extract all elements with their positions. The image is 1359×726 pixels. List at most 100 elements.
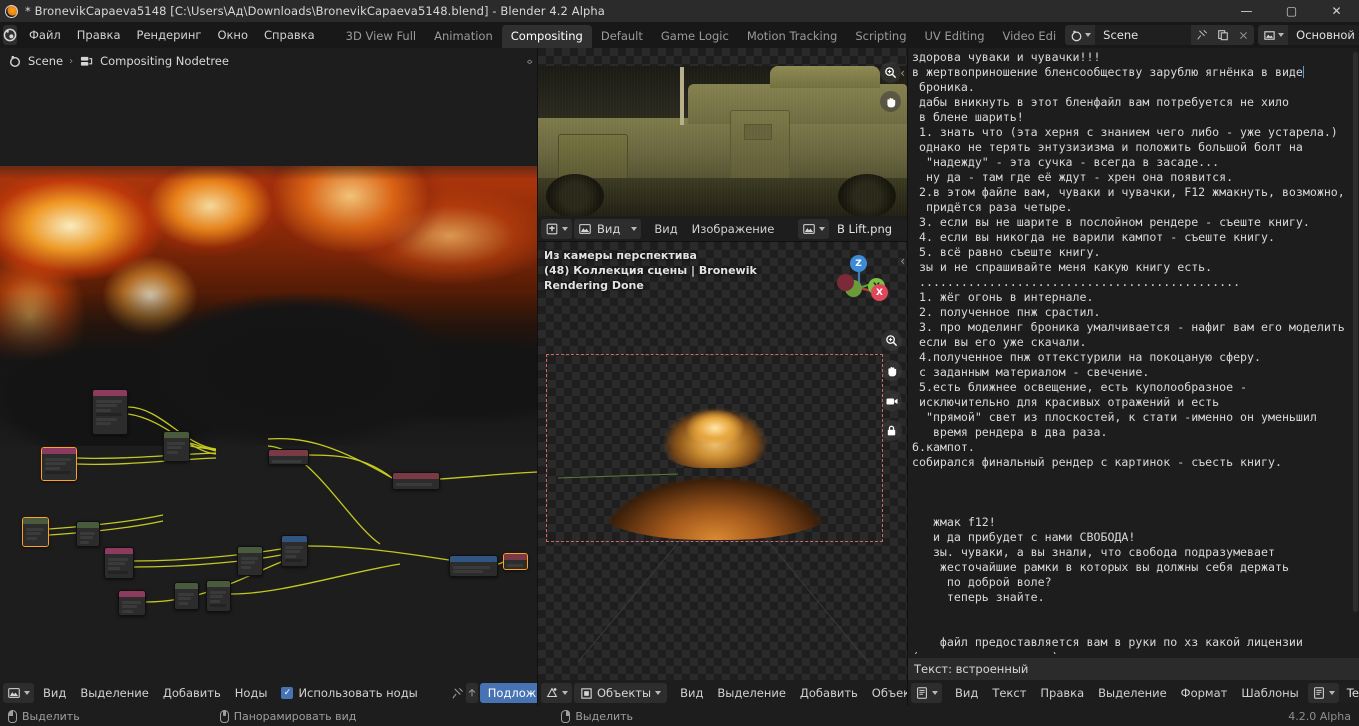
node-body [207,587,230,611]
image-datablock-selector[interactable]: B Lift.png [798,219,907,239]
text-menu-формат[interactable]: Формат [1174,683,1235,703]
viewport-menu-выделение[interactable]: Выделение [710,683,793,703]
workspace-tab-default[interactable]: Default [592,25,652,48]
text-menu-шаблоны[interactable]: Шаблоны [1234,683,1305,703]
scene-pin-icon[interactable] [1191,25,1213,45]
node-socket-row [26,527,44,531]
compositor-node[interactable] [392,472,440,490]
compositor-node[interactable] [268,449,309,465]
compositor-node[interactable] [503,553,528,570]
scene-icon[interactable] [1065,25,1096,45]
text-datablock-icon[interactable] [1307,683,1339,703]
viewport-menu-добавить[interactable]: Добавить [793,683,865,703]
scene-selector[interactable]: Scene [1065,25,1255,45]
workspace-tab-motion-tracking[interactable]: Motion Tracking [738,25,847,48]
node-editor-type-icon[interactable] [3,683,34,703]
text-scrollbar[interactable] [1353,52,1358,612]
compositor-node[interactable] [22,517,49,547]
divider-middle[interactable] [538,241,907,242]
compositor-node[interactable] [163,431,190,462]
workspace-tab-game-logic[interactable]: Game Logic [652,25,738,48]
compositor-node[interactable] [449,555,498,577]
node-menu-ноды[interactable]: Ноды [228,683,275,703]
viewport-3d[interactable]: Из камеры перспектива (48) Коллекция сце… [538,242,907,706]
viewport-collection-object: (48) Коллекция сцены | Bronewik [544,264,757,277]
node-menu-добавить[interactable]: Добавить [156,683,228,703]
workspace-tab-uv-editing[interactable]: UV Editing [916,25,994,48]
interaction-mode-label: Объекты [597,686,652,700]
view-layer-name[interactable]: Основной [1288,25,1359,45]
node-arrow-up-icon[interactable] [465,683,478,703]
workspace-tab-scripting[interactable]: Scripting [846,25,915,48]
breadcrumb-nodetree[interactable]: Compositing Nodetree [100,54,229,68]
compositor-node[interactable] [76,521,100,547]
workspace-tab-animation[interactable]: Animation [425,25,502,48]
text-datablock-selector[interactable]: Text [1307,683,1359,703]
interaction-mode-selector[interactable]: Объекты [574,683,668,703]
text-menu-текст[interactable]: Текст [985,683,1033,703]
render-region-border [546,354,883,542]
node-menu-выделение[interactable]: Выделение [73,683,156,703]
node-socket-row [453,570,484,573]
title-bar: * BronevikCapaeva5148 [C:\Users\Ад\Downl… [0,0,1359,22]
menu-справка[interactable]: Справка [256,25,323,45]
compositor-node[interactable] [104,547,134,579]
node-menu-вид[interactable]: Вид [36,683,73,703]
image-editor-type-icon[interactable] [541,219,572,239]
breadcrumb-nav-arrows[interactable]: ‹› [526,55,533,68]
view-layer-selector[interactable]: Основной [1258,25,1359,45]
close-button[interactable]: ✕ [1314,0,1359,22]
maximize-button[interactable]: ▢ [1269,0,1314,22]
text-line: здорова чуваки и чувачки!!! [912,50,1101,64]
minimize-button[interactable]: — [1224,0,1269,22]
use-nodes-checkbox[interactable]: ✓ Использовать ноды [276,686,422,700]
node-body [175,589,198,609]
compositor-node[interactable] [174,582,199,610]
topbar-editor-type-icon[interactable] [3,25,17,45]
image-name[interactable]: B Lift.png [829,219,907,239]
text-menu-выделение[interactable]: Выделение [1091,683,1174,703]
scene-unlink-icon[interactable] [1233,25,1255,45]
breadcrumb-scene[interactable]: Scene [28,54,63,68]
menu-окно[interactable]: Окно [209,25,256,45]
text-editor-type-icon[interactable] [911,683,942,703]
node-canvas[interactable] [0,74,537,680]
image-datablock-icon[interactable] [798,219,829,239]
compositor-node[interactable] [92,389,128,435]
viewport-menu-вид[interactable]: Вид [673,683,710,703]
backdrop-button[interactable]: Подлож [479,683,537,703]
mouse-left-icon [8,709,17,723]
text-menu-правка[interactable]: Правка [1033,683,1091,703]
workspace-tab-video-edi[interactable]: Video Edi [994,25,1066,48]
workspace-tab-3d-view-full[interactable]: 3D View Full [337,25,425,48]
image-view-mode-selector[interactable]: Вид [574,219,642,239]
zoom-in-icon[interactable] [880,62,901,83]
image-menu-изображение[interactable]: Изображение [685,219,782,239]
menu-правка[interactable]: Правка [69,25,129,45]
viewport-menu-объект[interactable]: Объект [865,683,907,703]
text-menu-вид[interactable]: Вид [948,683,985,703]
hand-icon[interactable] [880,91,901,112]
image-menu-вид[interactable]: Вид [647,219,684,239]
image-collapse-icon[interactable]: ‹ [900,66,905,80]
divider-left[interactable] [537,48,538,706]
text-content[interactable]: здорова чуваки и чувачки!!! в жертвоприно… [908,48,1359,654]
compositor-node[interactable] [206,580,231,612]
compositor-node[interactable] [41,447,77,481]
viewport-editor-type-icon[interactable] [541,683,572,703]
scene-name[interactable]: Scene [1095,25,1192,45]
render-preview-thumbnail[interactable] [548,356,881,540]
text-line: исключительно для красивых отражений и е… [912,395,1220,409]
compositor-node[interactable] [237,546,263,576]
compositor-node[interactable] [281,535,308,567]
scene-new-icon[interactable] [1212,25,1234,45]
node-pin-icon[interactable] [451,683,464,703]
workspace-tab-compositing[interactable]: Compositing [501,25,592,48]
compositor-node[interactable] [118,590,146,616]
menu-рендеринг[interactable]: Рендеринг [129,25,210,45]
menu-файл[interactable]: Файл [21,25,69,45]
rendered-image[interactable] [538,66,907,218]
divider-right[interactable] [907,48,908,706]
text-datablock-name[interactable]: Text [1338,683,1359,703]
view-layer-icon[interactable] [1258,25,1289,45]
